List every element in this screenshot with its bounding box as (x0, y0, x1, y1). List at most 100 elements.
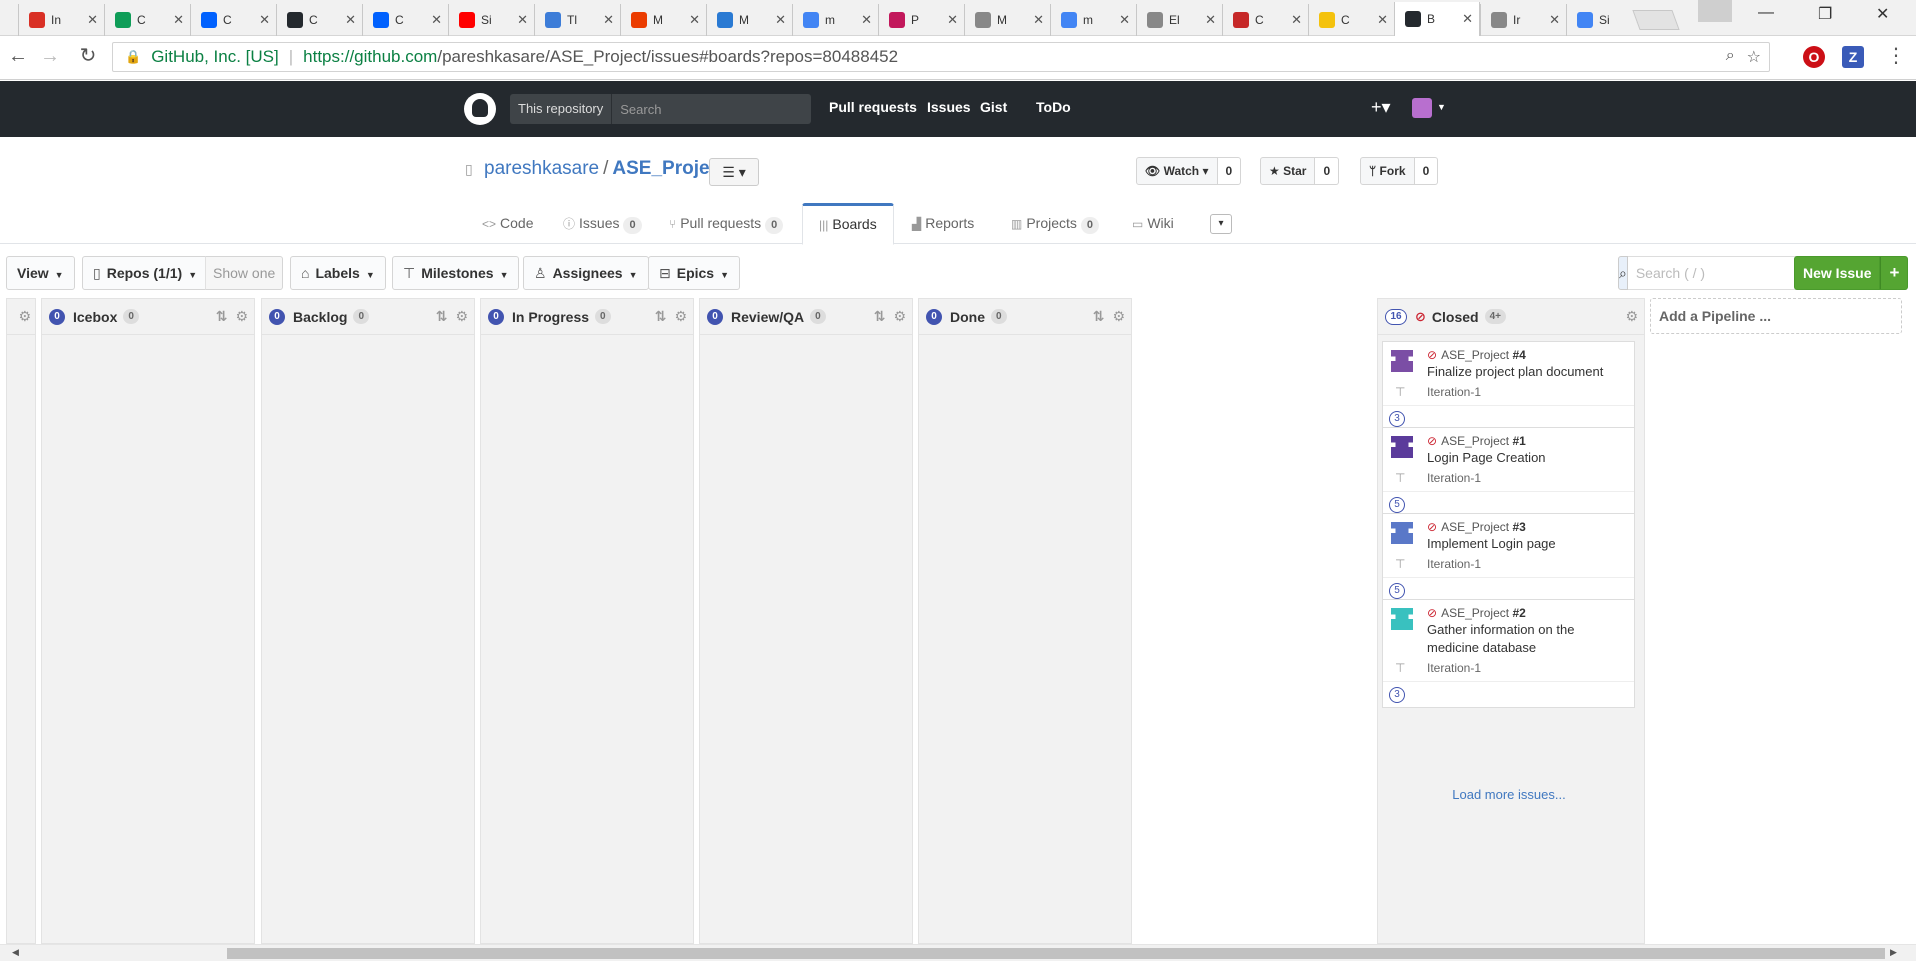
browser-tab[interactable]: C ✕ (1308, 4, 1394, 36)
issue-title[interactable]: Login Page Creation (1427, 449, 1626, 467)
more-tabs-chevron-icon[interactable]: ▾ (1210, 214, 1232, 234)
create-new-button[interactable]: +▾ (1371, 97, 1391, 118)
tab-boards[interactable]: ||| Boards (802, 203, 894, 245)
profile-icon[interactable] (1698, 0, 1732, 22)
minimize-button[interactable]: — (1758, 4, 1774, 22)
board-search-input[interactable] (1627, 256, 1818, 290)
restore-button[interactable]: ❐ (1818, 4, 1832, 24)
assignee-avatar[interactable] (1391, 350, 1413, 372)
browser-tab[interactable]: C ✕ (362, 4, 448, 36)
browser-tab[interactable]: B ✕ (1394, 2, 1480, 36)
browser-tab[interactable]: m ✕ (792, 4, 878, 36)
fork-count[interactable]: 0 (1414, 157, 1439, 185)
nav-gist[interactable]: Gist (980, 99, 1007, 115)
tab-close-icon[interactable]: ✕ (1291, 12, 1302, 28)
tab-close-icon[interactable]: ✕ (259, 12, 270, 28)
browser-tab[interactable]: P ✕ (878, 4, 964, 36)
epics-dropdown[interactable]: ⊟ Epics ▼ (648, 256, 741, 290)
new-issue-plus-button[interactable]: + (1880, 256, 1909, 290)
tab-close-icon[interactable]: ✕ (173, 12, 184, 28)
nav-todo[interactable]: ToDo (1036, 99, 1071, 115)
browser-menu-icon[interactable]: ⋮ (1884, 44, 1908, 68)
tab-close-icon[interactable]: ✕ (603, 12, 614, 28)
tab-close-icon[interactable]: ✕ (1205, 12, 1216, 28)
watch-count[interactable]: 0 (1217, 157, 1242, 185)
address-bar[interactable]: 🔒 GitHub, Inc. [US] | https://github.com… (112, 42, 1770, 72)
gear-icon[interactable]: ⚙ (674, 308, 687, 325)
assignee-avatar[interactable] (1391, 436, 1413, 458)
tab-reports[interactable]: ▟ Reports (912, 203, 974, 244)
pipeline-header[interactable]: 0 Backlog 0 ⇅ ⚙ (262, 299, 474, 335)
star-count[interactable]: 0 (1315, 157, 1340, 185)
pipeline-header[interactable]: 0 Icebox 0 ⇅ ⚙ (42, 299, 254, 335)
star-button[interactable]: ★ Star (1260, 157, 1316, 185)
browser-tab[interactable]: Tl ✕ (534, 4, 620, 36)
search-icon[interactable]: ⌕ (1618, 256, 1628, 290)
assignees-dropdown[interactable]: ♙ Assignees ▼ (523, 256, 649, 290)
show-one-button[interactable]: Show one (205, 256, 284, 290)
window-close-button[interactable]: ✕ (1876, 4, 1889, 24)
sort-icon[interactable]: ⇅ (436, 308, 448, 325)
tab-code[interactable]: <> Code (482, 203, 533, 244)
nav-pull-requests[interactable]: Pull requests (829, 99, 917, 115)
nav-issues[interactable]: Issues (927, 99, 971, 115)
tab-close-icon[interactable]: ✕ (1462, 11, 1473, 27)
gear-icon[interactable]: ⚙ (1625, 308, 1638, 325)
browser-tab[interactable]: M ✕ (706, 4, 792, 36)
forward-arrow-icon[interactable]: → (38, 44, 62, 68)
browser-tab[interactable]: Ir ✕ (1480, 4, 1566, 36)
new-issue-button[interactable]: New Issue (1794, 256, 1881, 290)
gear-icon[interactable]: ⚙ (455, 308, 468, 325)
tab-close-icon[interactable]: ✕ (1377, 12, 1388, 28)
reload-icon[interactable]: ↻ (76, 44, 100, 68)
browser-tab[interactable]: In ✕ (18, 4, 104, 36)
issue-title[interactable]: Finalize project plan document (1427, 363, 1626, 381)
github-logo-icon[interactable] (464, 93, 496, 125)
new-tab-button[interactable] (1632, 10, 1680, 30)
sort-icon[interactable]: ⇅ (1093, 308, 1105, 325)
browser-tab[interactable]: C ✕ (276, 4, 362, 36)
tab-wiki[interactable]: ▭ Wiki (1132, 203, 1174, 244)
issue-title[interactable]: Gather information on the medicine datab… (1427, 621, 1626, 657)
pipeline-header[interactable]: 0 Done 0 ⇅ ⚙ (919, 299, 1131, 335)
tab-close-icon[interactable]: ✕ (517, 12, 528, 28)
gear-icon[interactable]: ⚙ (1112, 308, 1125, 325)
tab-close-icon[interactable]: ✕ (861, 12, 872, 28)
scroll-right-arrow-icon[interactable]: ▶ (1890, 947, 1897, 958)
watch-button[interactable]: 👁 Watch ▾ (1136, 157, 1218, 185)
user-avatar[interactable] (1412, 98, 1432, 118)
assignee-avatar[interactable] (1391, 522, 1413, 544)
load-more-issues-link[interactable]: Load more issues... (1378, 787, 1640, 802)
issue-title[interactable]: Implement Login page (1427, 535, 1626, 553)
browser-tab[interactable]: C ✕ (1222, 4, 1308, 36)
tab-close-icon[interactable]: ✕ (689, 12, 700, 28)
opera-extension-icon[interactable]: O (1803, 46, 1825, 68)
browser-tab[interactable]: M ✕ (964, 4, 1050, 36)
browser-tab[interactable]: M ✕ (620, 4, 706, 36)
browser-tab[interactable]: Si ✕ (448, 4, 534, 36)
gear-icon[interactable]: ⚙ (893, 308, 906, 325)
repos-dropdown[interactable]: ▯ Repos (1/1) ▼ (82, 256, 209, 290)
gear-icon[interactable]: ⚙ (235, 308, 248, 325)
browser-tab[interactable]: C ✕ (104, 4, 190, 36)
scroll-left-arrow-icon[interactable]: ◀ (12, 947, 19, 958)
assignee-avatar[interactable] (1391, 608, 1413, 630)
tab-pull-requests[interactable]: ⑂ Pull requests 0 (669, 203, 784, 244)
tab-issues[interactable]: ⓘ Issues 0 (563, 203, 642, 244)
horizontal-scrollbar[interactable]: ◀ ▶ (0, 944, 1916, 961)
search-scope-label[interactable]: This repository (510, 94, 613, 124)
tab-projects[interactable]: ▥ Projects 0 (1011, 203, 1100, 244)
issue-card[interactable]: ⊘ ASE_Project #2 Gather information on the… (1382, 599, 1635, 708)
tab-close-icon[interactable]: ✕ (345, 12, 356, 28)
scrollbar-thumb[interactable] (227, 948, 1885, 959)
sort-icon[interactable]: ⇅ (655, 308, 667, 325)
zotero-extension-icon[interactable]: Z (1842, 46, 1864, 68)
bookmark-star-icon[interactable]: ☆ (1747, 47, 1761, 67)
tab-close-icon[interactable]: ✕ (1033, 12, 1044, 28)
tab-close-icon[interactable]: ✕ (431, 12, 442, 28)
tab-close-icon[interactable]: ✕ (775, 12, 786, 28)
header-search-input[interactable] (612, 101, 811, 117)
browser-tab[interactable]: El ✕ (1136, 4, 1222, 36)
user-menu-caret-icon[interactable]: ▼ (1437, 102, 1446, 112)
tab-close-icon[interactable]: ✕ (1119, 12, 1130, 28)
